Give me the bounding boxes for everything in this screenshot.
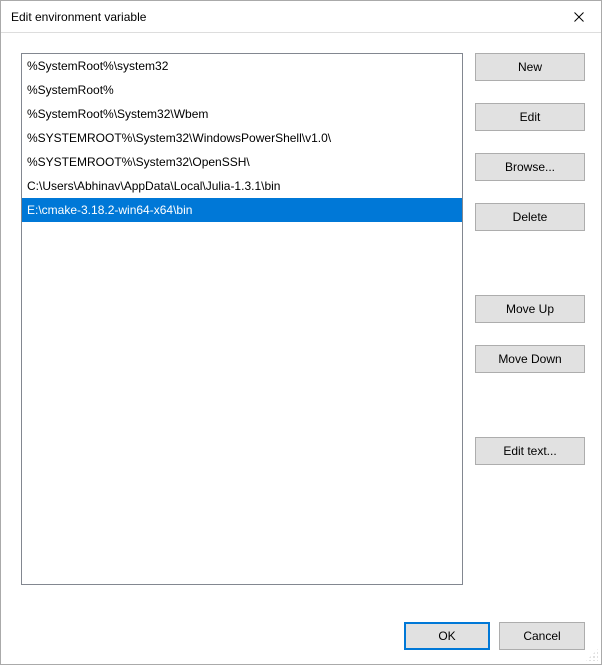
- close-button[interactable]: [556, 2, 601, 32]
- path-item[interactable]: %SystemRoot%: [22, 78, 462, 102]
- delete-button[interactable]: Delete: [475, 203, 585, 231]
- ok-button[interactable]: OK: [404, 622, 490, 650]
- path-item[interactable]: %SYSTEMROOT%\System32\OpenSSH\: [22, 150, 462, 174]
- edit-button[interactable]: Edit: [475, 103, 585, 131]
- dialog-window: Edit environment variable %SystemRoot%\s…: [0, 0, 602, 665]
- window-title: Edit environment variable: [11, 1, 146, 33]
- path-item[interactable]: %SystemRoot%\system32: [22, 54, 462, 78]
- path-item[interactable]: E:\cmake-3.18.2-win64-x64\bin: [22, 198, 462, 222]
- path-item[interactable]: %SYSTEMROOT%\System32\WindowsPowerShell\…: [22, 126, 462, 150]
- dialog-footer: OK Cancel: [21, 622, 585, 650]
- path-item[interactable]: C:\Users\Abhinav\AppData\Local\Julia-1.3…: [22, 174, 462, 198]
- close-icon: [574, 12, 584, 22]
- cancel-button[interactable]: Cancel: [499, 622, 585, 650]
- path-listbox[interactable]: %SystemRoot%\system32%SystemRoot%%System…: [21, 53, 463, 585]
- new-button[interactable]: New: [475, 53, 585, 81]
- dialog-content: %SystemRoot%\system32%SystemRoot%%System…: [1, 33, 601, 664]
- move-up-button[interactable]: Move Up: [475, 295, 585, 323]
- edit-text-button[interactable]: Edit text...: [475, 437, 585, 465]
- path-item[interactable]: %SystemRoot%\System32\Wbem: [22, 102, 462, 126]
- button-column: New Edit Browse... Delete Move Up Move D…: [475, 53, 585, 606]
- titlebar: Edit environment variable: [1, 1, 601, 33]
- browse-button[interactable]: Browse...: [475, 153, 585, 181]
- resize-grip: [586, 649, 598, 661]
- move-down-button[interactable]: Move Down: [475, 345, 585, 373]
- main-area: %SystemRoot%\system32%SystemRoot%%System…: [21, 53, 585, 606]
